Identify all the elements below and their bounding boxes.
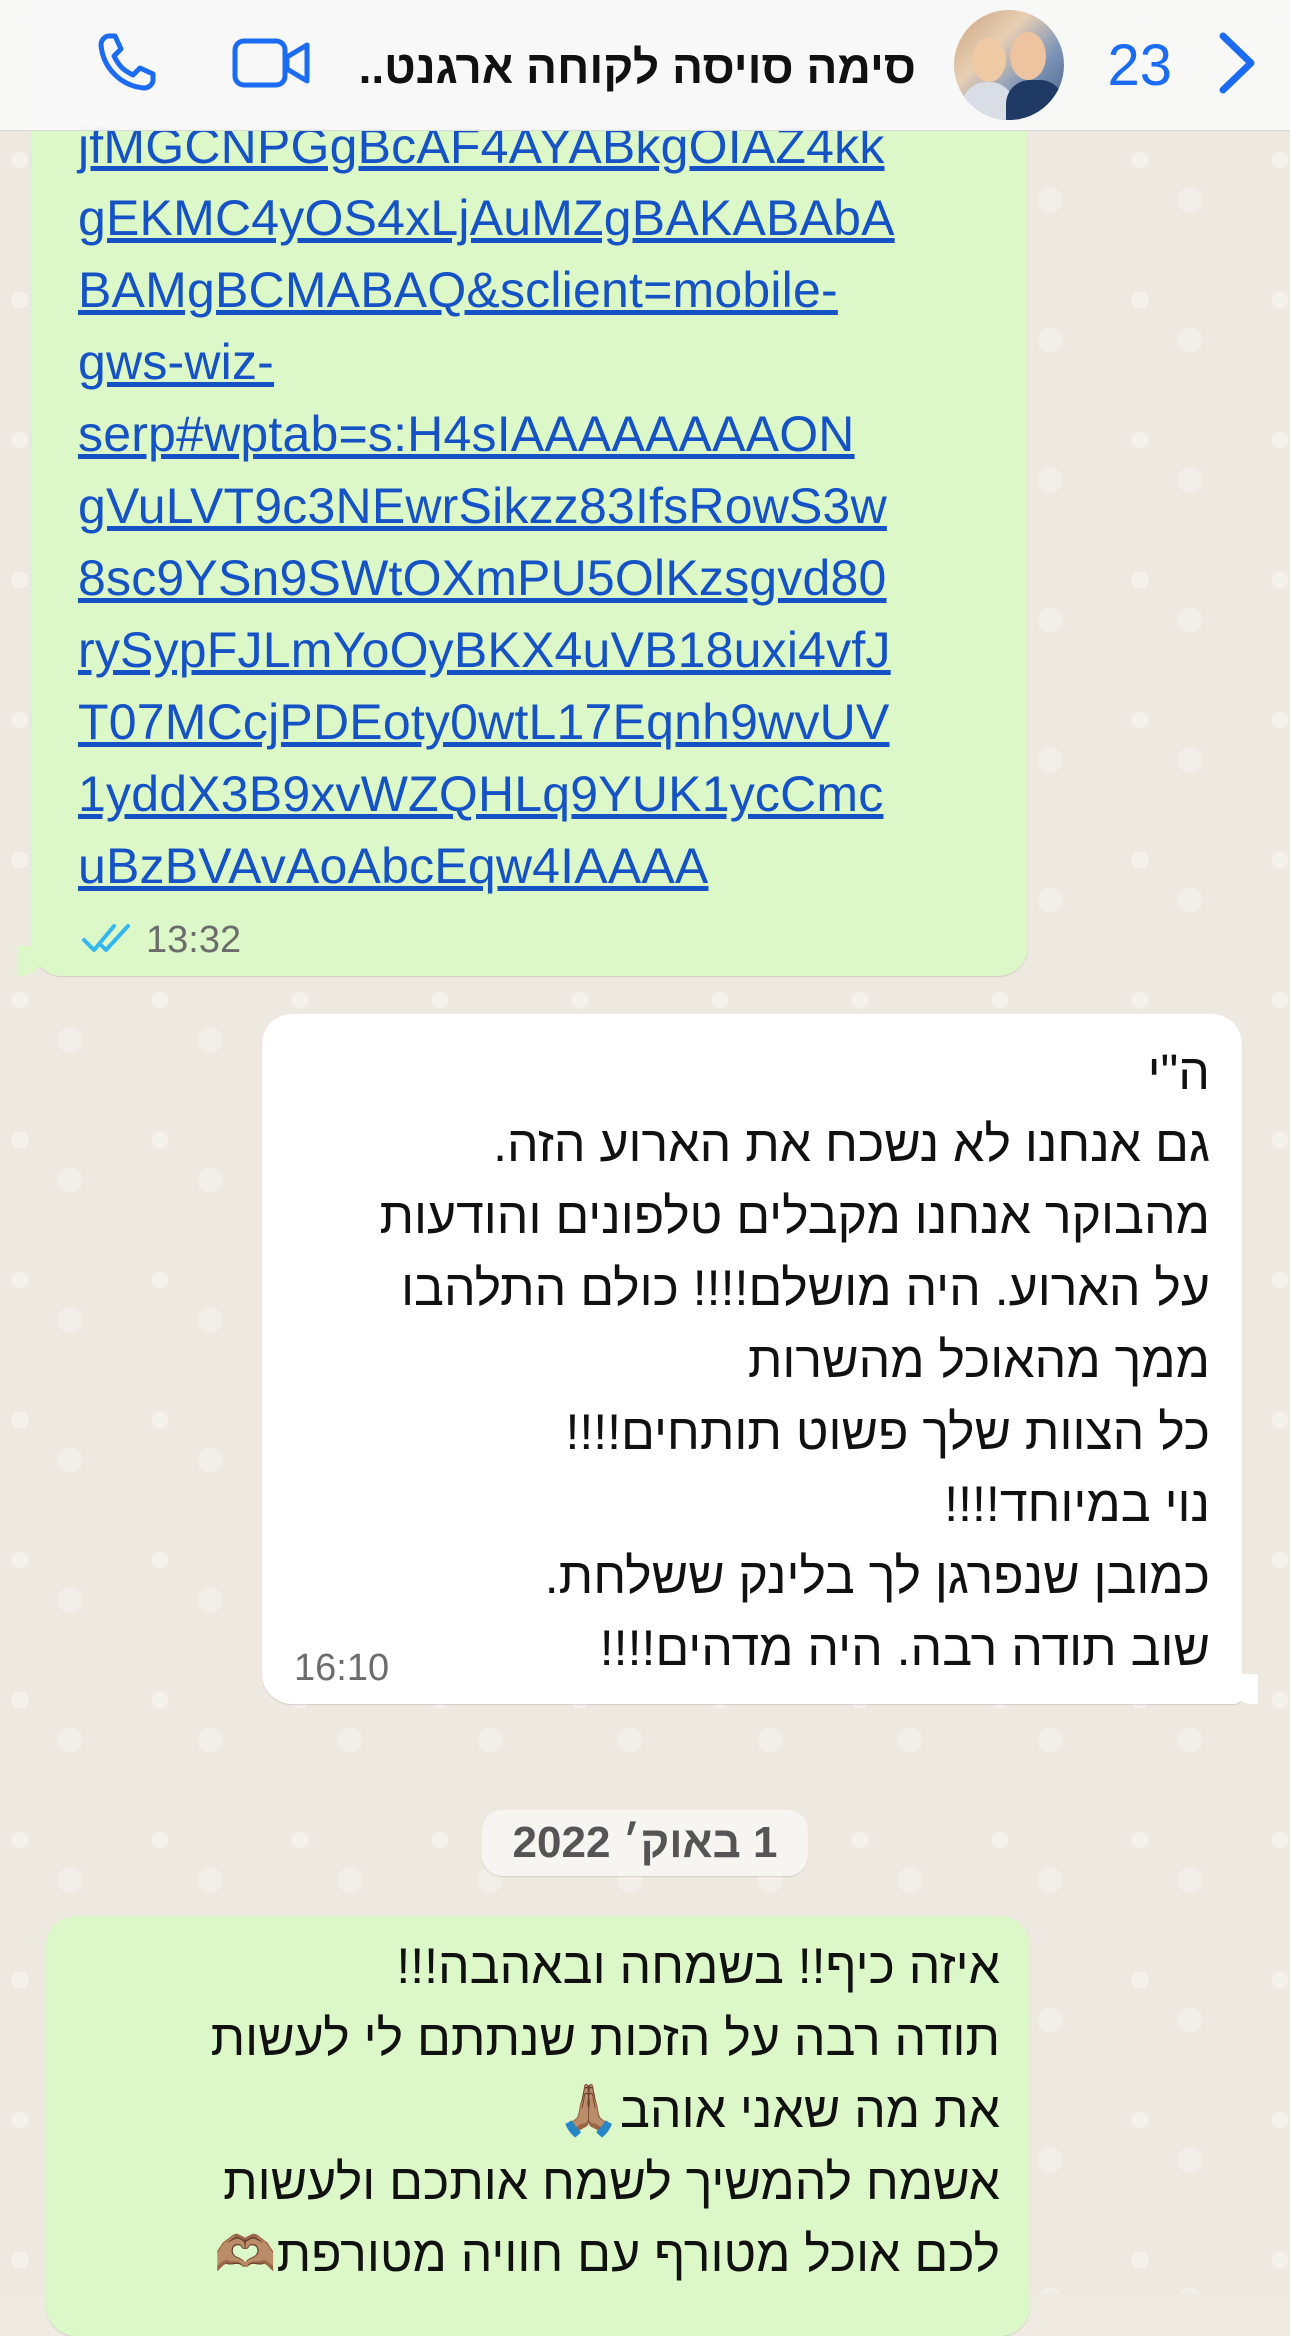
link-line: 1yddX3B9xvWZQHLq9YUK1ycCmc bbox=[78, 766, 884, 822]
message-line: על הארוע. היה מושלם!!!! כולם התלהבו bbox=[401, 1260, 1210, 1316]
voice-call-button[interactable] bbox=[92, 26, 162, 102]
message-bubble-outgoing[interactable]: איזה כיף!! בשמחה ובאהבה!!! תודה רבה על ה… bbox=[46, 1916, 1030, 2336]
chat-header: 23 סימה סויסה לקוחה ארגנט... bbox=[0, 0, 1290, 131]
message-line: לכם אוכל מטורף עם חוויה מטורפת🫶🏽 bbox=[214, 2226, 1000, 2282]
message-bubble-incoming[interactable]: ה"י גם אנחנו לא נשכח את הארוע הזה. מהבוק… bbox=[262, 1014, 1258, 1704]
bubble-tail bbox=[18, 946, 48, 976]
contact-name[interactable]: סימה סויסה לקוחה ארגנט... bbox=[356, 32, 916, 102]
link-line: rySypFJLmYoOyBKX4uVB18uxi4vfJ bbox=[78, 622, 891, 678]
avatar[interactable] bbox=[954, 10, 1064, 120]
message-line: גם אנחנו לא נשכח את הארוע הזה. bbox=[493, 1116, 1210, 1172]
message-line: ממך מהאוכל מהשרות bbox=[747, 1332, 1210, 1388]
message-line: ה"י bbox=[1147, 1044, 1210, 1100]
message-line: את מה שאני אוהב🙏🏽 bbox=[557, 2082, 1000, 2138]
message-line: שוב תודה רבה. היה מדהים!!!! bbox=[599, 1620, 1210, 1676]
link-line: gEKMC4yOS4xLjAuMZgBAKABAbA bbox=[78, 190, 895, 246]
link-line: serp#wptab=s:H4sIAAAAAAAAON bbox=[78, 406, 855, 462]
message-text: ה"י גם אנחנו לא נשכח את הארוע הזה. מהבוק… bbox=[290, 1036, 1210, 1684]
double-check-read-icon bbox=[80, 922, 136, 959]
link-line: gVuLVT9c3NEwrSikzz83IfsRowS3w bbox=[78, 478, 887, 534]
message-line: תודה רבה על הזכות שנתתם לי לעשות bbox=[210, 2010, 1000, 2066]
message-link[interactable]: jfMGCNPGgBcAF4AYABkgOIAZ4kk gEKMC4yOS4xL… bbox=[78, 110, 1038, 902]
link-line: gws-wiz- bbox=[78, 334, 275, 390]
message-time: 16:10 bbox=[294, 1647, 390, 1689]
date-separator: 1 באוק׳ 2022 bbox=[482, 1810, 808, 1876]
message-list[interactable]: jfMGCNPGgBcAF4AYABkgOIAZ4kk gEKMC4yOS4xL… bbox=[0, 0, 1290, 2336]
message-time: 13:32 bbox=[146, 919, 242, 961]
unread-count[interactable]: 23 bbox=[1107, 26, 1172, 106]
message-line: איזה כיף!! בשמחה ובאהבה!!! bbox=[396, 1938, 1000, 1994]
phone-icon bbox=[95, 30, 159, 99]
video-call-button[interactable] bbox=[228, 30, 314, 100]
message-line: אשמח להמשיך לשמח אותכם ולעשות bbox=[223, 2154, 1000, 2210]
message-line: כמובן שנפרגן לך בלינק ששלחת. bbox=[544, 1548, 1210, 1604]
message-meta: 13:32 bbox=[80, 919, 241, 962]
bubble-tail bbox=[1224, 1674, 1258, 1704]
link-line: 8sc9YSn9SWtOXmPU5OlKzsgvd80 bbox=[78, 550, 887, 606]
link-line: BAMgBCMABAQ&sclient=mobile- bbox=[78, 262, 838, 318]
message-line: נוי במיוחד!!!! bbox=[944, 1476, 1210, 1532]
message-bubble-outgoing[interactable]: jfMGCNPGgBcAF4AYABkgOIAZ4kk gEKMC4yOS4xL… bbox=[18, 0, 1028, 976]
message-line: כל הצוות שלך פשוט תותחים!!!! bbox=[565, 1404, 1210, 1460]
chevron-left-icon bbox=[1213, 28, 1259, 103]
link-line: uBzBVAvAoAbcEqw4IAAAA bbox=[78, 838, 709, 894]
link-line: T07MCcjPDEoty0wtL17Eqnh9wvUV bbox=[78, 694, 890, 750]
message-text: איזה כיף!! בשמחה ובאהבה!!! תודה רבה על ה… bbox=[60, 1930, 1000, 2290]
video-camera-icon bbox=[231, 35, 311, 96]
message-line: מהבוקר אנחנו מקבלים טלפונים והודעות bbox=[379, 1188, 1210, 1244]
back-button[interactable] bbox=[1200, 20, 1272, 110]
